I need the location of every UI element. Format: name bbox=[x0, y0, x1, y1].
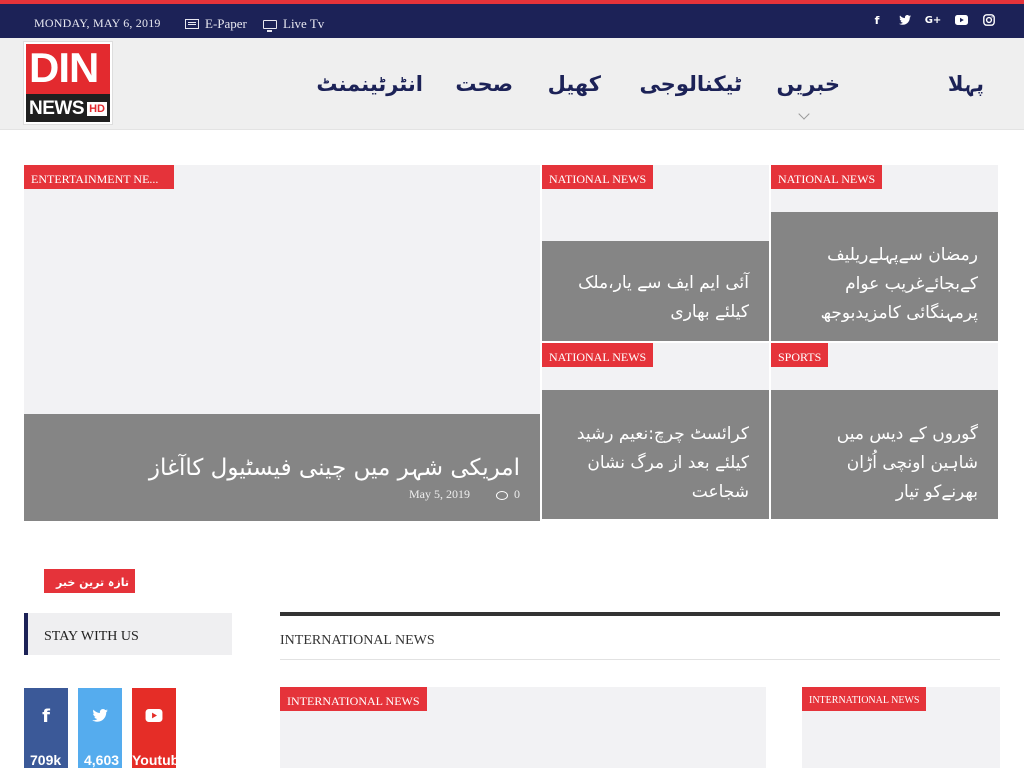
twitter-follow-button[interactable]: 4,603 bbox=[78, 688, 122, 768]
category-tag[interactable]: INTERNATIONAL NEWS bbox=[802, 687, 927, 711]
current-date: MONDAY, MAY 6, 2019 bbox=[34, 16, 161, 30]
logo-news: NEWS bbox=[29, 98, 85, 119]
site-logo[interactable]: DIN NEWS HD bbox=[24, 42, 112, 124]
nav-item-home[interactable]: پہلا bbox=[948, 72, 984, 96]
category-tag[interactable]: SPORTS bbox=[771, 343, 829, 367]
international-news-heading[interactable]: INTERNATIONAL NEWS bbox=[280, 633, 435, 649]
featured-card[interactable]: NATIONAL NEWS آئی ایم ایف سے یار،ملک کیل… bbox=[542, 165, 769, 341]
facebook-icon[interactable]: f bbox=[870, 13, 884, 27]
nav-item-news[interactable]: خبریں bbox=[776, 72, 840, 96]
category-tag[interactable]: ENTERTAINMENT NE... bbox=[24, 165, 174, 189]
epaper-label: E-Paper bbox=[205, 16, 247, 31]
google-plus-icon[interactable]: G+ bbox=[925, 13, 942, 27]
card-title[interactable]: کرائسٹ چرچ:نعیم رشید کیلئے بعد از مرگ نش… bbox=[559, 420, 749, 507]
facebook-count: 709k bbox=[30, 752, 62, 768]
social-links-top: f G+ bbox=[870, 13, 996, 27]
twitter-count: 4,603 bbox=[84, 752, 120, 768]
comment-icon bbox=[496, 490, 508, 500]
post-date: May 5, 2019 bbox=[409, 487, 470, 501]
featured-main-card[interactable]: ENTERTAINMENT NE... امریکی شہر میں چینی … bbox=[24, 165, 540, 521]
post-meta: May 5, 2019 0 bbox=[409, 487, 520, 502]
facebook-icon: f bbox=[42, 706, 50, 727]
latest-news-label: تازہ ترین خبر bbox=[44, 569, 135, 593]
category-tag[interactable]: NATIONAL NEWS bbox=[771, 165, 883, 189]
livetv-label: Live Tv bbox=[283, 16, 325, 31]
facebook-follow-button[interactable]: f 709k bbox=[24, 688, 68, 768]
international-card[interactable]: INTERNATIONAL NEWS bbox=[280, 687, 766, 768]
instagram-icon[interactable] bbox=[982, 13, 996, 27]
international-card[interactable]: INTERNATIONAL NEWS bbox=[802, 687, 1000, 768]
featured-main-title[interactable]: امریکی شہر میں چینی فیسٹیول کاآغاز bbox=[149, 452, 520, 484]
featured-card[interactable]: NATIONAL NEWS رمضان سےپہلےریلیف کےبجائےغ… bbox=[771, 165, 998, 341]
youtube-follow-button[interactable]: Youtube bbox=[132, 688, 187, 768]
nav-item-entertainment[interactable]: انٹرٹینمنٹ bbox=[316, 72, 423, 96]
featured-card[interactable]: SPORTS گوروں کے دیس میں شاہین اونچی اُڑا… bbox=[771, 343, 998, 519]
site-header: DIN NEWS HD پہلا خبریں ٹیکنالوجی کھیل صح… bbox=[0, 38, 1024, 130]
stay-with-us-heading: STAY WITH US bbox=[24, 613, 232, 655]
nav-item-technology[interactable]: ٹیکنالوجی bbox=[639, 72, 742, 96]
category-tag[interactable]: INTERNATIONAL NEWS bbox=[280, 687, 427, 711]
tv-icon bbox=[263, 19, 277, 32]
newspaper-icon bbox=[185, 19, 199, 29]
nav-item-health[interactable]: صحت bbox=[455, 72, 513, 96]
logo-din: DIN bbox=[29, 44, 99, 91]
nav-item-sports[interactable]: کھیل bbox=[548, 72, 601, 96]
heading-underline bbox=[280, 659, 1000, 660]
category-tag[interactable]: NATIONAL NEWS bbox=[542, 343, 654, 367]
youtube-icon[interactable] bbox=[954, 13, 968, 27]
featured-card[interactable]: NATIONAL NEWS کرائسٹ چرچ:نعیم رشید کیلئے… bbox=[542, 343, 769, 519]
livetv-link[interactable]: Live Tv bbox=[263, 16, 324, 32]
category-tag[interactable]: NATIONAL NEWS bbox=[542, 165, 654, 189]
youtube-label: Youtube bbox=[132, 752, 187, 768]
top-bar: MONDAY, MAY 6, 2019 E-Paper Live Tv f G+ bbox=[0, 0, 1024, 38]
section-divider bbox=[280, 612, 1000, 616]
twitter-icon[interactable] bbox=[898, 13, 912, 27]
chevron-down-icon[interactable] bbox=[798, 108, 810, 120]
card-title[interactable]: گوروں کے دیس میں شاہین اونچی اُڑان بھرنے… bbox=[788, 420, 978, 507]
card-title[interactable]: رمضان سےپہلےریلیف کےبجائےغریب عوام پرمہن… bbox=[788, 241, 978, 328]
twitter-icon bbox=[78, 706, 122, 727]
card-title[interactable]: آئی ایم ایف سے یار،ملک کیلئے بھاری bbox=[559, 269, 749, 327]
comment-count: 0 bbox=[514, 487, 520, 501]
logo-hd: HD bbox=[87, 102, 107, 116]
youtube-icon bbox=[132, 706, 176, 727]
comment-count-wrap[interactable]: 0 bbox=[496, 487, 520, 502]
epaper-link[interactable]: E-Paper bbox=[185, 16, 247, 32]
